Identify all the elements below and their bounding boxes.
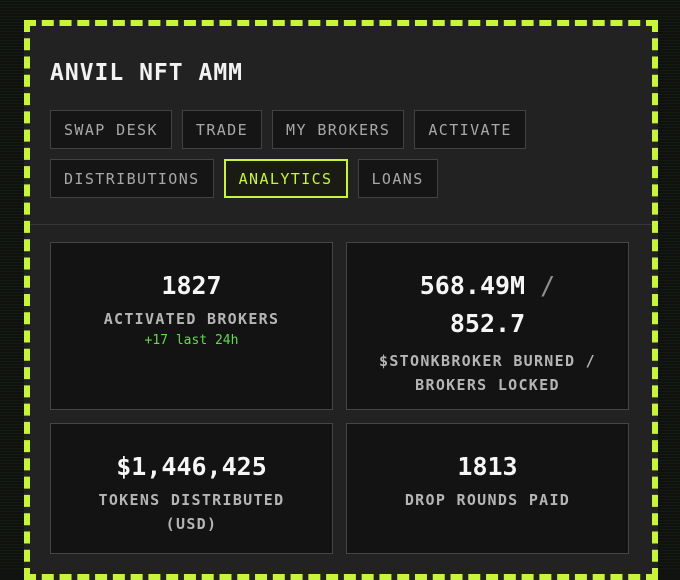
stat-label: ACTIVATED BROKERS: [103, 310, 280, 328]
value-separator: /: [540, 271, 556, 300]
tab-trade[interactable]: TRADE: [181, 110, 263, 149]
stat-value: 568.49M / 852.7: [420, 267, 555, 343]
stat-label: TOKENS DISTRIBUTED (USD): [98, 491, 285, 533]
app-title: ANVIL NFT AMM: [50, 60, 244, 86]
tab-swap-desk[interactable]: SWAP DESK: [50, 110, 172, 149]
tab-bar: SWAP DESK TRADE MY BROKERS ACTIVATE DIST…: [50, 110, 628, 198]
tab-my-brokers[interactable]: MY BROKERS: [272, 110, 405, 149]
burned-value: 568.49M: [419, 271, 526, 300]
stat-label: DROP ROUNDS PAID: [404, 491, 571, 509]
header: ANVIL NFT AMM SWAP DESK TRADE MY BROKERS…: [30, 26, 652, 225]
locked-value: 852.7: [449, 309, 526, 338]
tab-activate[interactable]: ACTIVATE: [414, 110, 526, 149]
app-frame: ANVIL NFT AMM SWAP DESK TRADE MY BROKERS…: [24, 20, 658, 580]
stat-card-drop-rounds: 1813 DROP ROUNDS PAID: [346, 423, 629, 554]
stat-label: $STONKBROKER BURNED / BROKERS LOCKED: [379, 352, 596, 394]
tab-loans[interactable]: LOANS: [357, 159, 438, 198]
stat-value: 1813: [457, 452, 518, 481]
stat-card-activated-brokers: 1827 ACTIVATED BROKERS +17 last 24h: [50, 242, 333, 410]
tab-distributions[interactable]: DISTRIBUTIONS: [50, 159, 214, 198]
tab-analytics[interactable]: ANALYTICS: [223, 159, 348, 198]
stat-delta: +17 last 24h: [144, 333, 239, 348]
stat-value: 1827: [161, 271, 222, 300]
stats-grid: 1827 ACTIVATED BROKERS +17 last 24h 568.…: [50, 242, 630, 554]
stat-card-burned-locked: 568.49M / 852.7 $STONKBROKER BURNED / BR…: [346, 242, 629, 410]
stat-card-tokens-distributed: $1,446,425 TOKENS DISTRIBUTED (USD): [50, 423, 333, 554]
stat-value: $1,446,425: [116, 452, 267, 481]
